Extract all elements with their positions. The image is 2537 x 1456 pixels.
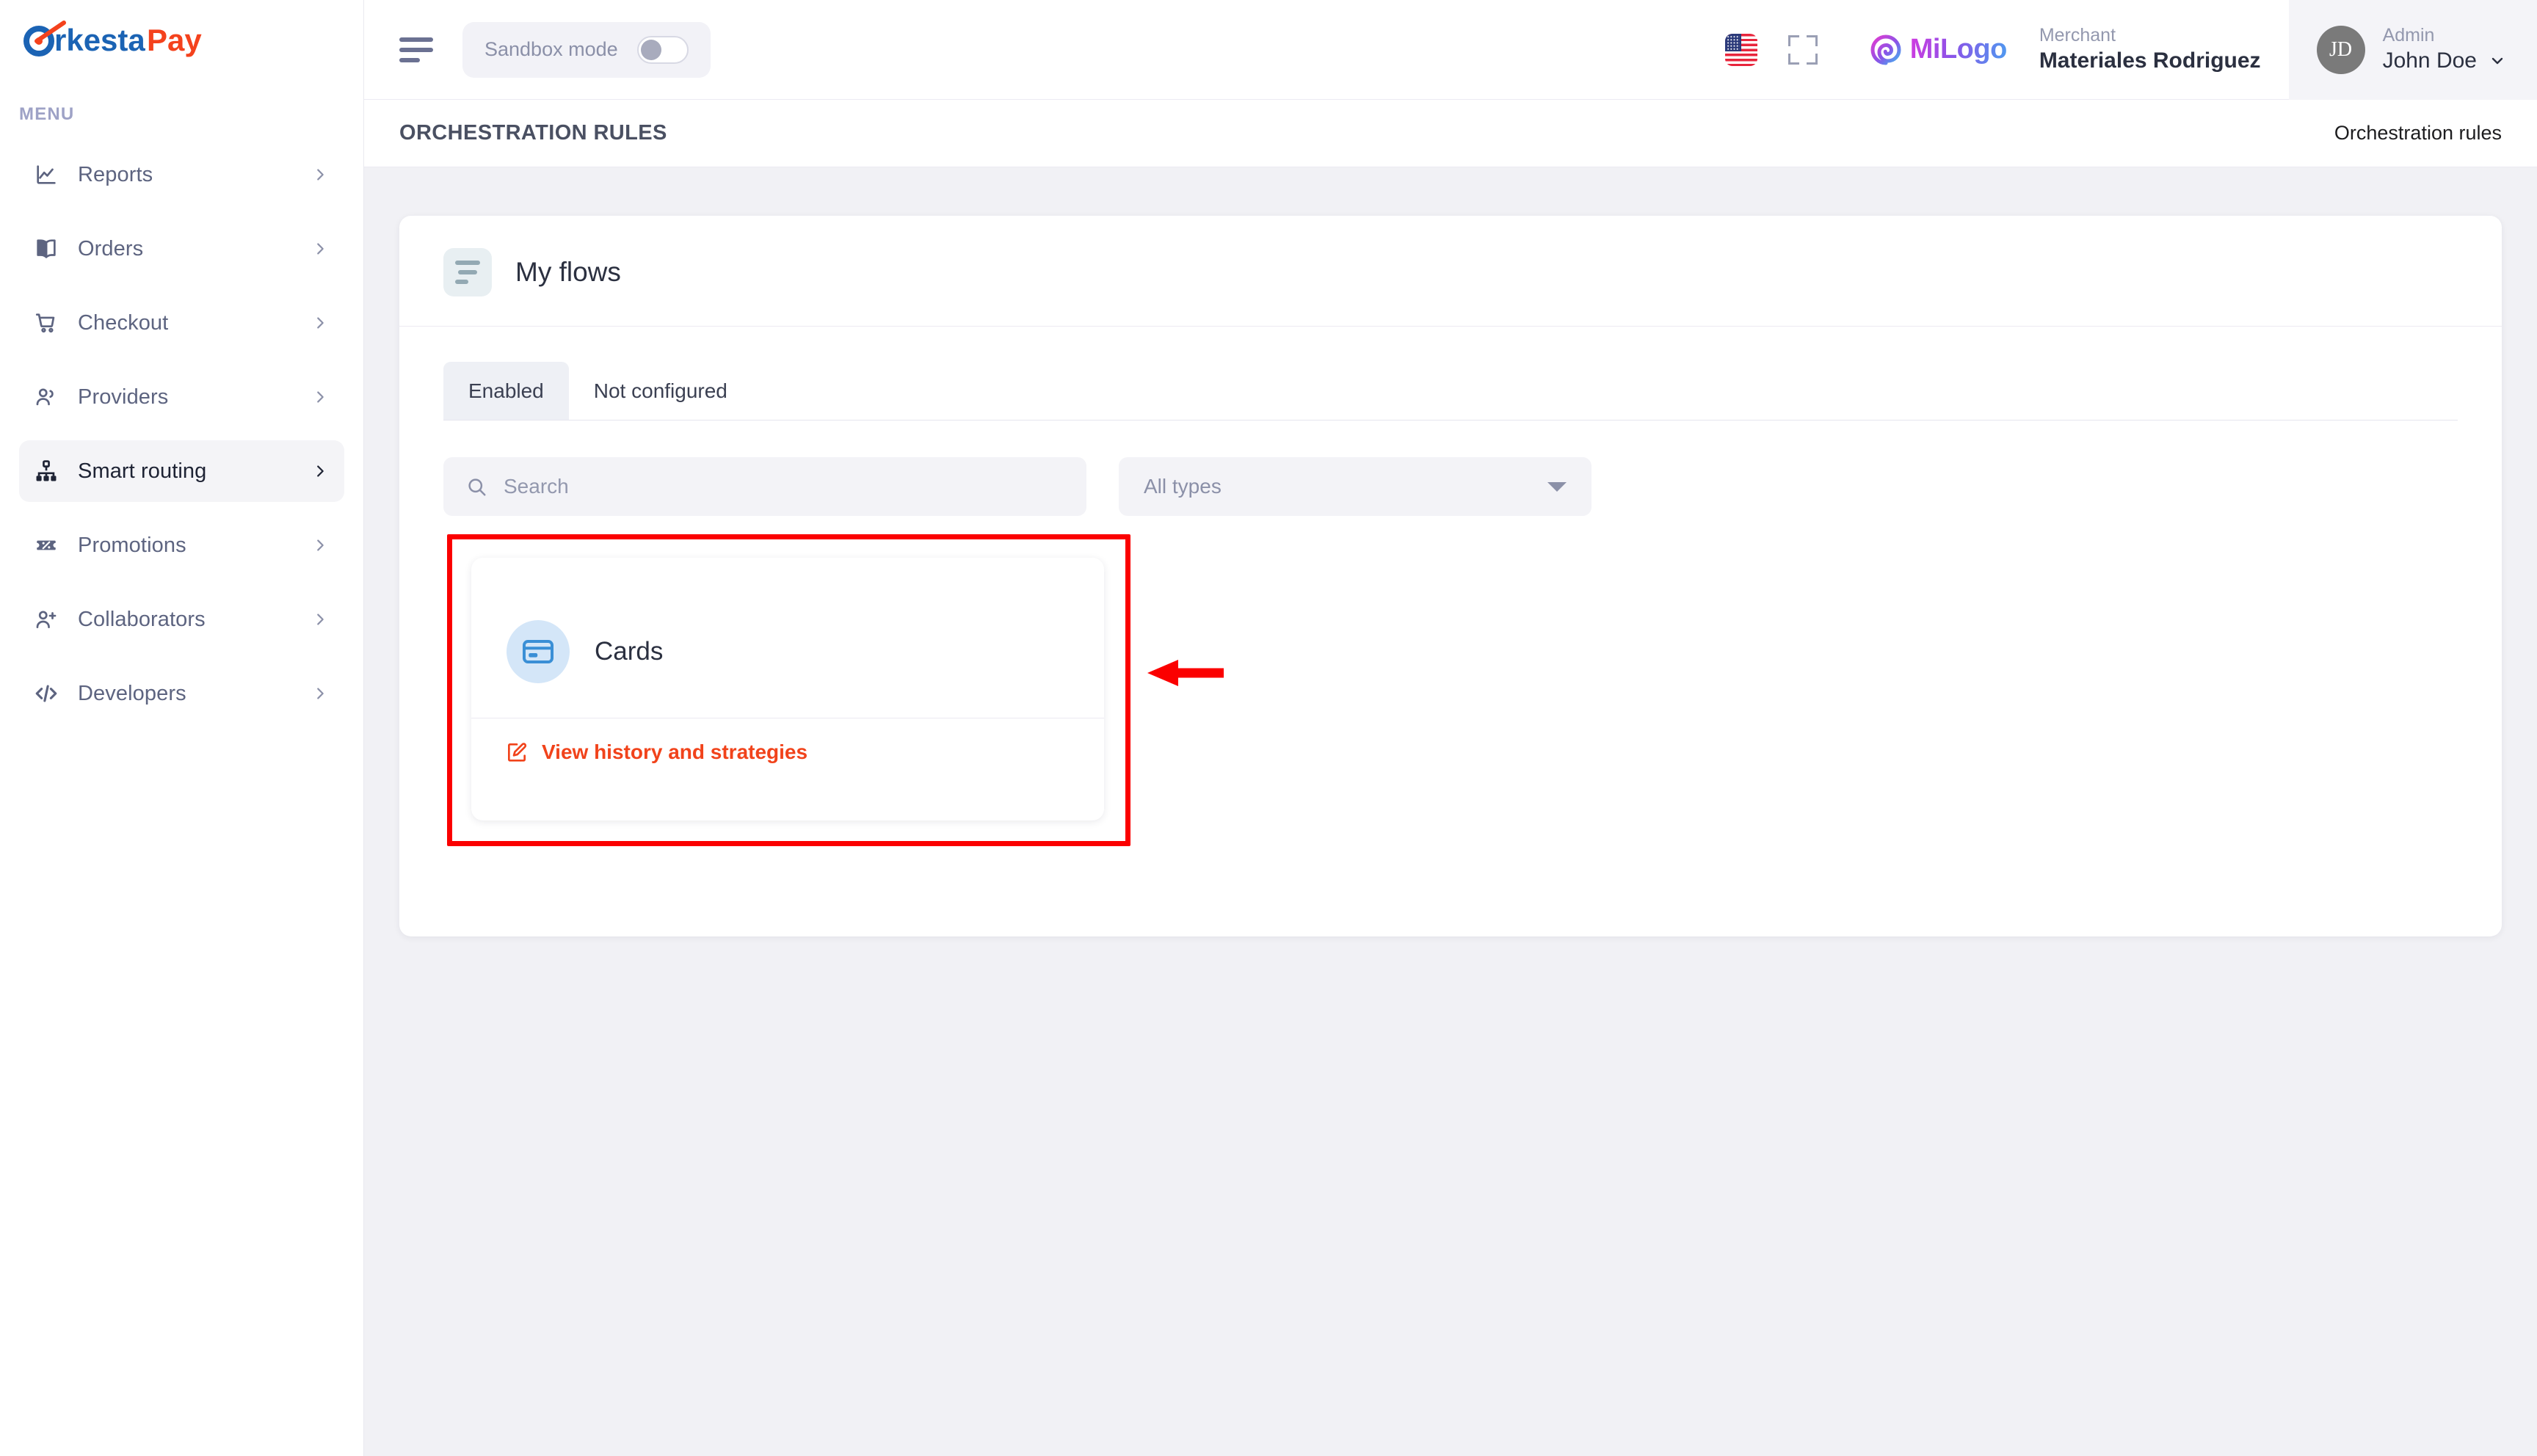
code-icon	[34, 681, 65, 706]
chevron-right-icon	[312, 685, 328, 702]
account-role: Admin	[2382, 25, 2435, 46]
left-arrow-icon	[1147, 659, 1224, 687]
merchant-name: Materiales Rodriguez	[2039, 48, 2261, 73]
chevron-right-icon	[312, 537, 328, 553]
filters-row: All types	[399, 421, 2502, 516]
caret-down-icon	[1547, 481, 1567, 492]
sidebar-item-label: Smart routing	[78, 459, 207, 483]
sandbox-mode-toggle[interactable]: Sandbox mode	[462, 21, 711, 78]
account-menu[interactable]: JD Admin John Doe	[2288, 0, 2537, 100]
brand-logo[interactable]: rkesta Pay	[0, 0, 363, 92]
chevron-down-icon	[2489, 52, 2506, 70]
merchant-info: Merchant Materiales Rodriguez	[2039, 24, 2289, 75]
sidebar-item-providers[interactable]: Providers	[19, 366, 344, 428]
hamburger-icon[interactable]	[399, 37, 433, 62]
chevron-right-icon	[312, 241, 328, 257]
language-selector[interactable]	[1712, 33, 1771, 66]
sidebar-item-checkout[interactable]: Checkout	[19, 292, 344, 354]
sidebar-section-label: MENU	[19, 104, 75, 124]
sidebar-item-collaborators[interactable]: Collaborators	[19, 589, 344, 650]
svg-text:Pay: Pay	[147, 23, 202, 57]
edit-square-icon	[505, 740, 529, 764]
top-bar-right: MiLogo Merchant Materiales Rodriguez JD …	[1712, 0, 2537, 100]
view-history-link[interactable]: View history and strategies	[542, 740, 807, 764]
chart-line-icon	[34, 162, 65, 187]
flow-card-cards[interactable]: Cards View history and strategies	[471, 558, 1104, 820]
breadcrumb-current: Orchestration rules	[2334, 122, 2502, 144]
sidebar-item-label: Providers	[78, 385, 169, 409]
panel-title: My flows	[515, 257, 621, 287]
app-root: rkesta Pay MENU Reports Orders Checkout …	[0, 0, 2537, 1456]
main-area: Sandbox mode MiLogo Merchant Materiales …	[364, 0, 2537, 1456]
expand-icon	[1787, 34, 1818, 65]
sidebar-item-label: Developers	[78, 681, 186, 705]
sidebar-item-label: Orders	[78, 236, 144, 261]
flows-list-icon	[443, 248, 492, 296]
avatar: JD	[2316, 25, 2365, 74]
svg-text:rkesta: rkesta	[54, 23, 145, 57]
sidebar-item-label: Reports	[78, 162, 153, 186]
chevron-right-icon	[312, 389, 328, 405]
fullscreen-button[interactable]	[1771, 34, 1835, 65]
ticket-percent-icon	[34, 533, 65, 558]
account-text: Admin John Doe	[2383, 24, 2506, 75]
spiral-icon	[1870, 34, 1901, 65]
sidebar-item-orders[interactable]: Orders	[19, 218, 344, 280]
book-icon	[34, 236, 65, 261]
tenant-logo-text: MiLogo	[1909, 34, 2008, 65]
chevron-right-icon	[312, 315, 328, 331]
sidebar-item-promotions[interactable]: Promotions	[19, 514, 344, 576]
sidebar-item-label: Checkout	[78, 310, 169, 335]
users-icon	[34, 385, 65, 410]
chevron-right-icon	[312, 167, 328, 183]
sidebar: rkesta Pay MENU Reports Orders Checkout …	[0, 0, 364, 1456]
panel-divider	[399, 326, 2502, 327]
tab-enabled[interactable]: Enabled	[443, 362, 569, 421]
sandbox-mode-label: Sandbox mode	[484, 38, 618, 60]
sidebar-item-label: Collaborators	[78, 607, 206, 631]
breadcrumb: ORCHESTRATION RULES Orchestration rules	[364, 100, 2537, 167]
flow-card-title: Cards	[595, 637, 664, 666]
page-title: ORCHESTRATION RULES	[399, 121, 667, 145]
flow-tabs: Enabled Not configured	[399, 362, 2502, 421]
search-field[interactable]	[443, 457, 1086, 516]
sidebar-item-label: Promotions	[78, 533, 186, 557]
sidebar-nav: Reports Orders Checkout Providers Smart …	[0, 144, 363, 724]
chevron-right-icon	[312, 463, 328, 479]
search-icon	[465, 476, 487, 498]
flow-card-body: Cards	[471, 558, 1104, 718]
merchant-label: Merchant	[2039, 25, 2116, 46]
user-plus-icon	[34, 607, 65, 632]
orkestapay-logo-icon: rkesta Pay	[23, 21, 202, 57]
chevron-right-icon	[312, 611, 328, 627]
sidebar-item-reports[interactable]: Reports	[19, 144, 344, 205]
flow-card-footer[interactable]: View history and strategies	[471, 718, 1104, 786]
tenant-logo: MiLogo	[1868, 32, 2007, 68]
tab-not-configured[interactable]: Not configured	[569, 362, 752, 421]
credit-card-icon	[507, 620, 570, 683]
sandbox-switch[interactable]	[636, 35, 689, 64]
panel-header: My flows	[399, 216, 2502, 326]
type-filter-select[interactable]: All types	[1119, 457, 1591, 516]
content-area: My flows Enabled Not configured Search A…	[364, 167, 2537, 936]
type-filter-value: All types	[1144, 475, 1222, 498]
account-name: John Doe	[2382, 48, 2477, 73]
sidebar-item-developers[interactable]: Developers	[19, 663, 344, 724]
us-flag-icon	[1724, 33, 1757, 66]
sidebar-item-smart-routing[interactable]: Smart routing	[19, 440, 344, 502]
sitemap-icon	[34, 459, 65, 484]
tabs-underline	[443, 420, 2458, 421]
search-input[interactable]	[504, 475, 1064, 498]
shopping-cart-icon	[34, 310, 65, 335]
top-bar: Sandbox mode MiLogo Merchant Materiales …	[364, 0, 2537, 100]
